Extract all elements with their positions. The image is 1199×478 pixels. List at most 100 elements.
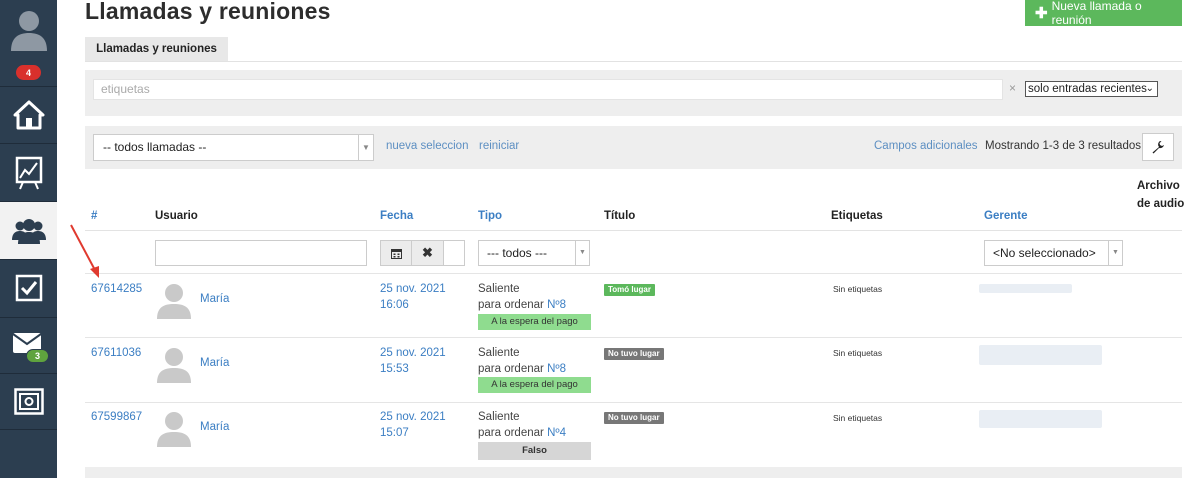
col-id-header[interactable]: #: [91, 210, 97, 222]
row-time[interactable]: 15:53: [380, 363, 409, 375]
row-order: para ordenar Nº8: [478, 299, 566, 311]
users-group-icon: [11, 218, 46, 244]
table-toolbar: -- todos llamadas -- ▼ nueva seleccion r…: [85, 126, 1182, 169]
clear-tags-icon[interactable]: ×: [1009, 81, 1016, 95]
annotation-arrow-icon: [70, 224, 99, 278]
row-type: Saliente: [478, 411, 520, 423]
recent-entries-value: solo entradas recientes: [1028, 83, 1147, 95]
row-id-link[interactable]: 67614285: [91, 283, 142, 295]
sidebar-item-safe[interactable]: [0, 374, 57, 429]
row-date[interactable]: 25 nov. 2021: [380, 347, 446, 359]
manager-redacted: [979, 345, 1102, 365]
row-type: Saliente: [478, 283, 520, 295]
reset-link[interactable]: reiniciar: [479, 140, 519, 152]
new-selection-link[interactable]: nueva seleccion: [386, 140, 468, 152]
row-order-prefix: para ordenar: [478, 299, 544, 311]
sidebar-item-contacts[interactable]: [0, 202, 57, 259]
tab-divider: [85, 61, 1182, 62]
col-type-header[interactable]: Tipo: [478, 210, 502, 222]
manager-filter-value: <No seleccionado>: [993, 246, 1096, 260]
caret-down-icon: ▼: [1108, 241, 1122, 265]
payment-badge: A la espera del pago: [478, 314, 591, 330]
row-date[interactable]: 25 nov. 2021: [380, 283, 446, 295]
clear-date-icon[interactable]: ✖: [412, 241, 444, 265]
col-manager-header[interactable]: Gerente: [984, 210, 1027, 222]
user-avatar-icon: [157, 412, 191, 447]
row-id-link[interactable]: 67599867: [91, 411, 142, 423]
col-tags-header: Etiquetas: [831, 210, 883, 222]
sidebar-item-mail[interactable]: [0, 318, 57, 373]
row-divider: [85, 337, 1182, 338]
settings-button[interactable]: [1142, 133, 1174, 161]
new-call-button[interactable]: ✚ Nueva llamada o reunión: [1025, 0, 1182, 27]
main-content: Llamadas y reuniones ✚ Nueva llamada o r…: [57, 0, 1199, 478]
filter-divider: [85, 273, 1182, 274]
row-user-link[interactable]: María: [200, 293, 229, 305]
row-user-link[interactable]: María: [200, 421, 229, 433]
tags-filter-bar: etiquetas × solo entradas recientes ⌄: [85, 70, 1182, 116]
col-date-header[interactable]: Fecha: [380, 210, 413, 222]
row-order: para ordenar Nº4: [478, 427, 566, 439]
user-avatar-icon: [157, 348, 191, 383]
payment-badge: A la espera del pago: [478, 377, 591, 393]
type-filter-select[interactable]: --- todos --- ▼: [478, 240, 590, 266]
col-user-header: Usuario: [155, 210, 198, 222]
status-badge: No tuvo lugar: [604, 412, 664, 424]
safe-icon: [13, 387, 44, 415]
results-count: Mostrando 1-3 de 3 resultados.: [985, 140, 1145, 152]
sidebar-item-reports[interactable]: [0, 144, 57, 201]
order-link[interactable]: Nº4: [547, 427, 566, 439]
order-link[interactable]: Nº8: [547, 299, 566, 311]
status-badge: No tuvo lugar: [604, 348, 664, 360]
row-date[interactable]: 25 nov. 2021: [380, 411, 446, 423]
row-order: para ordenar Nº8: [478, 363, 566, 375]
plus-icon: ✚: [1035, 5, 1048, 22]
user-avatar-icon: [10, 11, 47, 51]
sidebar-item-tasks[interactable]: [0, 260, 57, 316]
row-tags: Sin etiquetas: [833, 348, 883, 358]
user-filter-input[interactable]: [155, 240, 367, 266]
sidebar: 4 3: [0, 0, 57, 478]
manager-redacted: [979, 284, 1072, 293]
manager-redacted: [979, 410, 1102, 428]
type-filter-value: --- todos ---: [487, 246, 547, 260]
home-icon: [13, 100, 44, 129]
calendar-icon[interactable]: [381, 241, 412, 265]
extra-fields-link[interactable]: Campos adicionales: [874, 140, 978, 152]
calls-select-value: -- todos llamadas --: [103, 140, 207, 154]
manager-filter-select[interactable]: <No seleccionado> ▼: [984, 240, 1123, 266]
status-badge: Tomó lugar: [604, 284, 655, 296]
calls-select[interactable]: -- todos llamadas -- ▼: [93, 134, 374, 161]
page-title: Llamadas y reuniones: [85, 0, 331, 24]
tags-input[interactable]: etiquetas: [93, 79, 1003, 100]
row-time[interactable]: 16:06: [380, 299, 409, 311]
checkbox-icon: [15, 274, 42, 302]
date-filter: ✖: [380, 240, 465, 266]
sidebar-item-home[interactable]: [0, 87, 57, 142]
caret-down-icon: ▼: [358, 135, 373, 160]
wrench-icon: [1152, 141, 1164, 154]
header-divider: [85, 230, 1182, 231]
new-call-label: Nueva llamada o reunión: [1051, 0, 1142, 27]
row-divider: [85, 402, 1182, 403]
row-tags: Sin etiquetas: [833, 413, 883, 423]
col-audio-header: Archivo de audio: [1137, 180, 1185, 210]
table-footer: [85, 467, 1182, 478]
row-id-link[interactable]: 67611036: [91, 347, 141, 359]
user-avatar-icon: [157, 284, 191, 319]
tab-calls[interactable]: Llamadas y reuniones: [85, 37, 228, 61]
col-title-header: Título: [604, 210, 636, 222]
mail-badge: 3: [26, 349, 49, 363]
row-tags: Sin etiquetas: [833, 284, 883, 294]
chart-board-icon: [15, 156, 42, 189]
row-user-link[interactable]: María: [200, 357, 229, 369]
chevron-down-icon: ⌄: [1145, 83, 1154, 94]
notification-badge[interactable]: 4: [16, 65, 41, 80]
recent-entries-select[interactable]: solo entradas recientes ⌄: [1025, 81, 1158, 97]
payment-badge: Falso: [478, 442, 591, 460]
caret-down-icon: ▼: [575, 241, 589, 265]
order-link[interactable]: Nº8: [547, 363, 566, 375]
row-type: Saliente: [478, 347, 520, 359]
row-time[interactable]: 15:07: [380, 427, 409, 439]
sidebar-profile[interactable]: [0, 0, 57, 58]
